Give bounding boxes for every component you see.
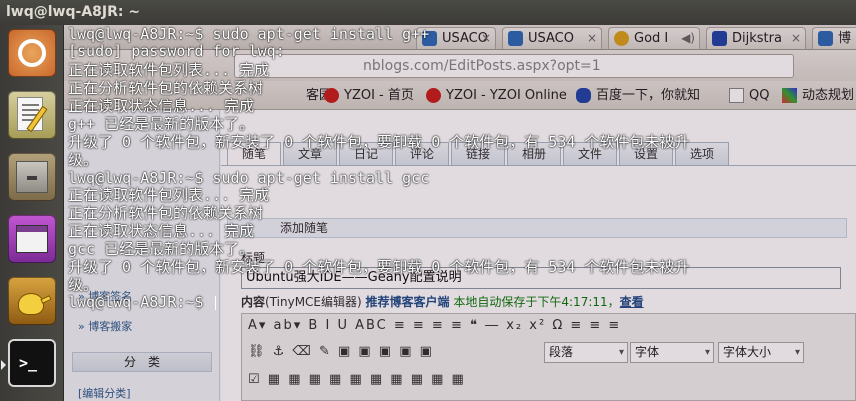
terminal-line: 升级了 0 个软件包，新安装了 0 个软件包，要卸载 0 个软件包，有 534 … xyxy=(68,258,690,276)
terminal-line: 正在分析软件包的依赖关系树 xyxy=(68,204,264,222)
text-editor-icon[interactable] xyxy=(8,91,56,139)
terminal-line: 升级了 0 个软件包，新安装了 0 个软件包，要卸载 0 个软件包，有 534 … xyxy=(68,133,690,151)
terminal-line: 正在读取状态信息... 完成 xyxy=(68,97,255,115)
terminal-line: 级。 xyxy=(68,151,99,169)
terminal-icon[interactable]: >_ xyxy=(8,339,56,387)
file-cabinet-icon[interactable] xyxy=(8,153,56,201)
terminal-window[interactable]: lwq@lwq-A8JR:~$ sudo apt-get install g++… xyxy=(64,25,856,401)
terminal-line: 正在读取状态信息... 完成 xyxy=(68,222,255,240)
window-title-bar[interactable]: lwq@lwq-A8JR: ~ xyxy=(0,0,856,25)
terminal-line: 正在读取软件包列表... 完成 xyxy=(68,186,270,204)
window-app-icon[interactable] xyxy=(8,215,56,263)
terminal-line: [sudo] password for lwq: xyxy=(68,42,285,60)
active-indicator xyxy=(1,360,6,370)
ubuntu-dash-icon[interactable] xyxy=(8,29,56,77)
terminal-line: 正在分析软件包的依赖关系树 xyxy=(68,79,264,97)
teapot-icon[interactable] xyxy=(8,277,56,325)
terminal-line: lwq@lwq-A8JR:~$ sudo apt-get install gcc xyxy=(68,169,430,187)
terminal-line: 正在读取软件包列表... 完成 xyxy=(68,61,270,79)
window-title: lwq@lwq-A8JR: ~ xyxy=(6,4,141,20)
terminal-line: gcc 已经是最新的版本了。 xyxy=(68,240,255,258)
terminal-line: lwq@lwq-A8JR:~$ sudo apt-get install g++ xyxy=(68,25,430,43)
unity-launcher: >_ xyxy=(0,25,64,401)
terminal-prompt-line[interactable]: lwq@lwq-A8JR:~$ xyxy=(68,294,216,310)
terminal-line: g++ 已经是最新的版本了。 xyxy=(68,115,255,133)
text-cursor xyxy=(214,295,216,310)
terminal-line: 级。 xyxy=(68,276,99,294)
